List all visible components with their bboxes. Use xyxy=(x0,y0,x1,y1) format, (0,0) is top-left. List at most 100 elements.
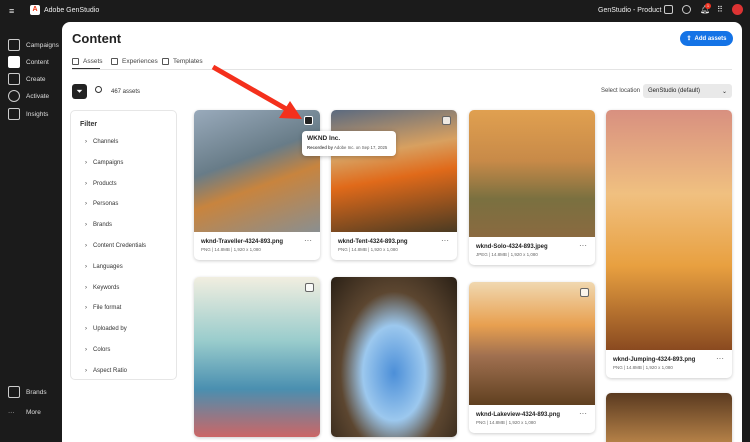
activate-icon xyxy=(8,90,20,102)
org-switcher[interactable]: GenStudio - Product xyxy=(598,7,661,14)
content-credentials-icon[interactable] xyxy=(304,116,313,125)
chevron-right-icon: › xyxy=(85,180,87,187)
avatar[interactable] xyxy=(732,4,743,15)
chevron-right-icon: › xyxy=(85,305,87,312)
filter-item-label: Colors xyxy=(93,347,111,353)
asset-card[interactable] xyxy=(606,393,732,442)
app-title: Adobe GenStudio xyxy=(44,7,100,14)
asset-card[interactable]: wknd-Solo-4324-893.jpeg JPEG | 14.8MB | 1… xyxy=(469,110,595,265)
tab-templates[interactable]: Templates xyxy=(162,58,203,65)
chevron-right-icon: › xyxy=(85,159,87,166)
asset-card[interactable] xyxy=(331,277,457,437)
filter-item-label: Channels xyxy=(93,139,119,145)
filter-item[interactable]: › Products xyxy=(85,181,117,187)
sidebar-item-brands[interactable]: Brands xyxy=(8,385,60,399)
chevron-right-icon: › xyxy=(85,222,87,229)
help-icon[interactable] xyxy=(682,5,691,14)
chart-icon xyxy=(8,108,20,120)
filter-panel: Filter › Channels › Campaigns › Products › Pers… xyxy=(70,110,177,380)
chevron-right-icon: › xyxy=(85,201,87,208)
tabs-divider xyxy=(72,69,732,70)
assets-icon xyxy=(72,58,79,65)
filter-item[interactable]: › Languages xyxy=(85,264,123,270)
sidebar-item-content[interactable]: Content xyxy=(8,55,60,69)
sidebar-item-create[interactable]: Create xyxy=(8,72,60,86)
filter-item[interactable]: › File format xyxy=(85,305,121,311)
filter-item[interactable]: › Keywords xyxy=(85,285,119,291)
filter-title: Filter xyxy=(80,121,98,128)
filter-item-label: Content Credentials xyxy=(93,243,147,249)
content-credentials-icon[interactable] xyxy=(305,283,314,292)
menu-icon[interactable]: ≡ xyxy=(9,6,14,16)
filter-item-label: Uploaded by xyxy=(93,326,127,333)
asset-thumbnail xyxy=(331,110,457,232)
sidebar-item-more[interactable]: ··· More xyxy=(8,405,60,419)
asset-name: wknd-Traveller-4324-893.png xyxy=(201,239,284,245)
filter-item[interactable]: › Content Credentials xyxy=(85,243,146,249)
asset-card[interactable]: wknd-Traveller-4324-893.png PNG | 14.8MB … xyxy=(194,110,320,260)
filter-item-label: Aspect Ratio xyxy=(93,367,128,374)
more-options-icon[interactable]: ··· xyxy=(579,409,587,418)
asset-name: wknd-Lakeview-4324-893.png xyxy=(476,412,561,418)
top-bar: ≡ A Adobe GenStudio GenStudio - Product … xyxy=(0,0,750,22)
content-credentials-tooltip: WKND Inc. Recorded by Adobe Inc. on Sep … xyxy=(302,131,396,156)
sidebar-item-activate[interactable]: Activate xyxy=(8,89,60,103)
more-options-icon[interactable]: ··· xyxy=(304,236,312,245)
asset-thumbnail xyxy=(331,277,457,437)
filter-item-label: Brands xyxy=(93,222,113,229)
asset-meta: PNG | 14.8MB | 1,920 x 1,080 xyxy=(201,247,261,252)
feedback-icon[interactable] xyxy=(664,5,673,14)
asset-thumbnail xyxy=(606,110,732,350)
asset-thumbnail xyxy=(194,277,320,437)
content-credentials-icon[interactable] xyxy=(580,288,589,297)
filter-item[interactable]: › Channels xyxy=(85,139,118,145)
content-panel: Content ⇪ Add assets Assets Experiences T… xyxy=(62,22,742,442)
filter-item-label: Products xyxy=(93,180,117,187)
add-assets-button[interactable]: ⇪ Add assets xyxy=(680,31,733,46)
upload-icon: ⇪ xyxy=(686,36,692,42)
edit-icon xyxy=(8,73,20,85)
more-options-icon[interactable]: ··· xyxy=(579,241,587,250)
asset-name: wknd-Solo-4324-893.jpeg xyxy=(476,244,548,250)
location-label: Select location xyxy=(601,88,641,94)
tab-assets[interactable]: Assets xyxy=(72,58,103,65)
chevron-right-icon: › xyxy=(85,367,87,374)
filter-item[interactable]: › Brands xyxy=(85,222,112,228)
apps-grid-icon[interactable]: ⠿ xyxy=(717,5,723,14)
chevron-right-icon: › xyxy=(85,263,87,270)
sidebar-item-campaigns[interactable]: Campaigns xyxy=(8,38,60,52)
asset-meta: PNG | 14.8MB | 1,920 x 1,080 xyxy=(613,365,673,370)
location-select[interactable]: GenStudio (default) ⌄ xyxy=(643,84,732,98)
filter-item[interactable]: › Colors xyxy=(85,347,110,353)
tab-experiences[interactable]: Experiences xyxy=(111,58,158,65)
chevron-down-icon: ⌄ xyxy=(721,89,727,95)
more-icon: ··· xyxy=(8,408,15,416)
content-credentials-icon[interactable] xyxy=(442,116,451,125)
asset-count: 467 assets xyxy=(111,89,141,95)
asset-card[interactable]: wknd-Jumping-4324-893.png PNG | 14.8MB | … xyxy=(606,110,732,378)
filter-item[interactable]: › Personas xyxy=(85,201,118,207)
asset-meta: PNG | 14.8MB | 1,920 x 1,080 xyxy=(476,420,536,425)
filter-item-label: Personas xyxy=(93,201,119,208)
filter-item-label: Campaigns xyxy=(93,159,124,166)
asset-name: wknd-Tent-4324-893.png xyxy=(338,239,408,245)
filter-item-label: File format xyxy=(93,305,122,312)
more-options-icon[interactable]: ··· xyxy=(716,354,724,363)
sidebar: Campaigns Content Create Activate Insigh… xyxy=(0,22,62,430)
asset-card[interactable] xyxy=(194,277,320,437)
filter-item[interactable]: › Uploaded by xyxy=(85,326,127,332)
asset-meta: JPEG | 14.8MB | 1,920 x 1,080 xyxy=(476,252,538,257)
search-icon[interactable] xyxy=(95,86,102,93)
more-options-icon[interactable]: ··· xyxy=(441,236,449,245)
asset-thumbnail xyxy=(469,282,595,405)
filter-item[interactable]: › Aspect Ratio xyxy=(85,368,127,374)
chevron-right-icon: › xyxy=(85,139,87,145)
chevron-right-icon: › xyxy=(85,326,87,333)
filter-item[interactable]: › Campaigns xyxy=(85,160,123,166)
notification-badge: 1 xyxy=(705,3,711,9)
filter-item-label: Languages xyxy=(93,263,123,270)
sidebar-item-insights[interactable]: Insights xyxy=(8,107,60,121)
asset-thumbnail xyxy=(606,393,732,442)
asset-card[interactable]: wknd-Lakeview-4324-893.png PNG | 14.8MB |… xyxy=(469,282,595,433)
filter-toggle-button[interactable]: ⏷ xyxy=(72,84,87,99)
